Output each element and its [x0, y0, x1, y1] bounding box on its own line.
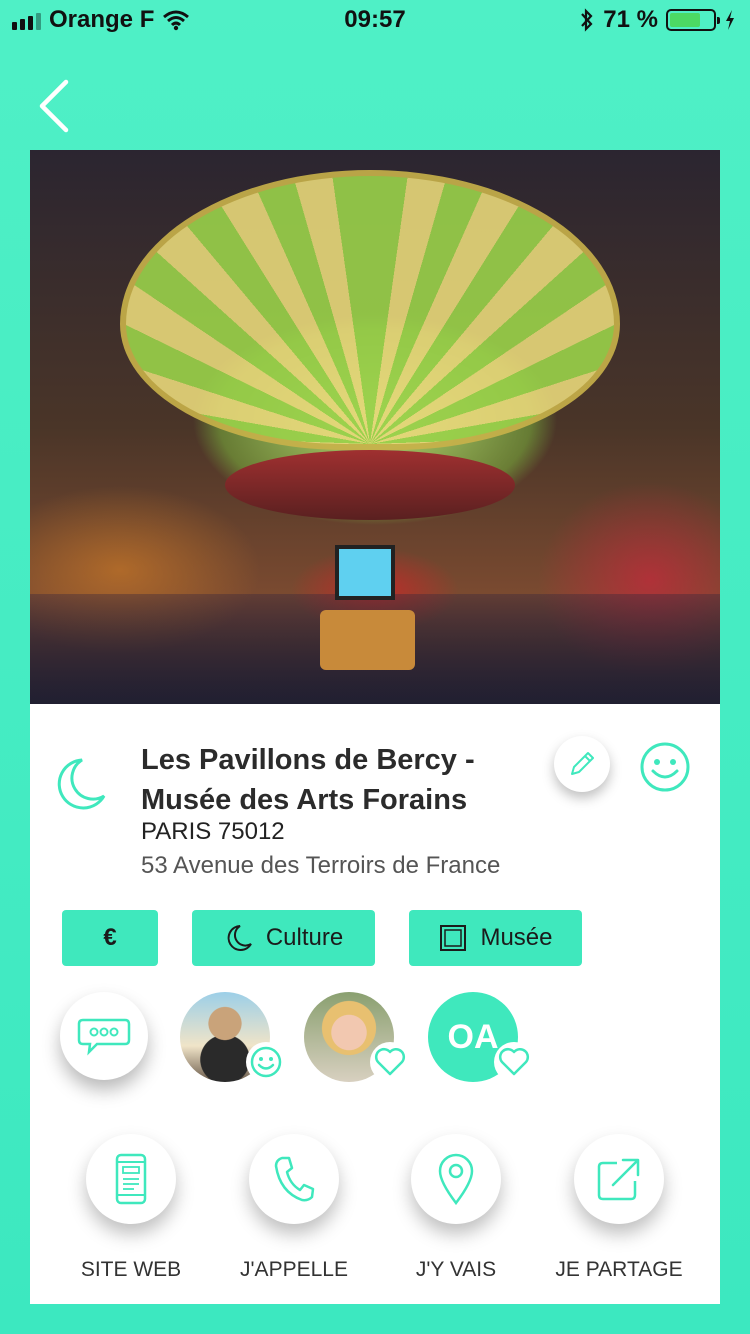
smiley-badge [246, 1042, 286, 1082]
comments-button[interactable] [60, 992, 148, 1080]
website-label: SITE WEB [80, 1258, 182, 1281]
share-icon [597, 1158, 640, 1201]
carousel-canopy [120, 170, 620, 450]
edit-button[interactable] [554, 736, 610, 792]
smiley-icon [250, 1046, 282, 1078]
heart-badge [370, 1042, 410, 1082]
venue-title: Les Pavillons de Bercy - Musée des Arts … [141, 744, 475, 816]
venue-photo [30, 150, 720, 704]
frame-icon [440, 925, 467, 951]
charging-icon [726, 10, 734, 30]
back-button[interactable] [30, 76, 80, 136]
heart-icon [374, 1047, 406, 1076]
tag-musee-label: Musée [480, 924, 553, 951]
directions-label: J'Y VAIS [415, 1258, 497, 1281]
website-button[interactable] [86, 1134, 176, 1224]
share-button[interactable] [574, 1134, 664, 1224]
tag-culture-label: Culture [265, 924, 344, 951]
battery-fill [670, 13, 700, 27]
share-label: JE PARTAGE [555, 1258, 683, 1281]
venue-address: 53 Avenue des Terroirs de France [141, 852, 501, 879]
status-bar: Orange F 09:57 71 % [0, 0, 750, 40]
battery-icon [666, 9, 720, 31]
chat-bubble-icon [77, 1018, 131, 1056]
pencil-icon [571, 752, 594, 775]
carousel-base [225, 450, 515, 520]
status-right: 71 % [579, 6, 736, 34]
battery-percent: 71 % [603, 6, 658, 33]
tag-culture[interactable]: Culture [192, 910, 375, 966]
venue-card: Les Pavillons de Bercy - Musée des Arts … [30, 150, 720, 1304]
venue-city: PARIS 75012 [141, 818, 285, 845]
tag-price[interactable]: € [62, 910, 158, 966]
phone-icon [274, 1156, 315, 1202]
back-chevron-icon [39, 79, 69, 133]
carousel-screen [335, 545, 395, 600]
heart-badge [494, 1042, 534, 1082]
phone-web-icon [115, 1153, 147, 1205]
call-label: J'APPELLE [240, 1258, 348, 1281]
location-pin-icon [438, 1153, 474, 1206]
friend-initials: OA [447, 1017, 499, 1056]
call-button[interactable] [249, 1134, 339, 1224]
heart-icon [498, 1047, 530, 1076]
bluetooth-icon [581, 8, 593, 32]
tag-price-label: € [103, 924, 117, 951]
smiley-icon[interactable] [638, 740, 692, 794]
carousel-stand [320, 610, 415, 670]
moon-icon [227, 925, 252, 951]
tag-musee[interactable]: Musée [409, 910, 582, 966]
directions-button[interactable] [411, 1134, 501, 1224]
moon-icon [57, 758, 106, 810]
